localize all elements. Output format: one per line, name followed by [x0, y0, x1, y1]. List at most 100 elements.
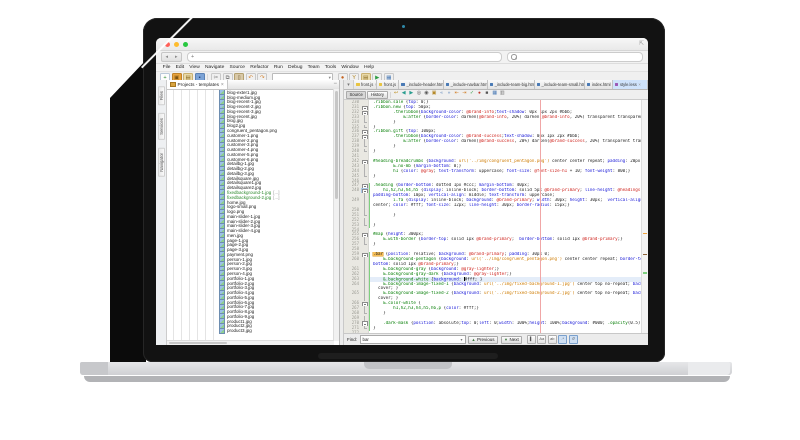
last-edit-icon[interactable]: ↩	[393, 91, 399, 97]
macro-stop-icon[interactable]: ■	[484, 91, 490, 97]
code-token: background-color	[421, 134, 461, 138]
menu-item-window[interactable]: Window	[339, 65, 362, 70]
editor-tab--include-header-html[interactable]: _include-header.html×	[399, 80, 443, 89]
tab-projects[interactable]: Projects - templates ×	[167, 80, 228, 89]
tab-label: front.js	[384, 82, 396, 87]
code-token: @gray	[421, 169, 434, 173]
code-token: ;}	[507, 272, 512, 276]
code-editor[interactable]: 230.ribbon.sale {top: 0;}231.ribbon.new …	[344, 100, 648, 333]
error-stripe[interactable]	[641, 100, 648, 333]
find-next-icon[interactable]: ◉	[423, 91, 429, 97]
nav-arrows[interactable]: ◂▸	[161, 52, 182, 62]
highlight-results-toggle[interactable]: ▌	[527, 335, 536, 344]
regex-toggle[interactable]: .*	[558, 335, 567, 344]
find-previous-button[interactable]: ▲ Previous	[468, 336, 498, 344]
code-line: 272	[344, 331, 648, 333]
line-number: 272	[344, 331, 361, 333]
code-token: background	[454, 291, 479, 295]
code-token: : 30px;	[585, 198, 608, 202]
fold-end-corner	[364, 125, 365, 128]
menu-item-navigate[interactable]: Navigate	[202, 65, 227, 70]
fold-end-corner	[364, 120, 365, 123]
code-token: center top no-repeat;	[575, 291, 633, 295]
comment-icon[interactable]: ✓	[469, 91, 475, 97]
code-token: : 50px;	[413, 105, 431, 109]
stripe-mark-occurrence[interactable]	[643, 233, 647, 235]
find-bar: Find: bar ▾ ▲ Previous ▼ Next ▌Aaab.*↺	[344, 333, 648, 345]
wrap-search-toggle[interactable]: ↺	[569, 335, 578, 344]
search-field[interactable]	[507, 52, 643, 62]
address-bar[interactable]: +	[187, 52, 502, 62]
tree-item-file[interactable]: product3.jpg	[167, 328, 339, 333]
menu-item-team[interactable]: Team	[305, 65, 322, 70]
code-token: @brand-info	[542, 115, 570, 119]
shift-right-icon[interactable]: ⇥	[461, 91, 467, 97]
find-next-button[interactable]: ▼ Next	[501, 336, 523, 344]
find-input[interactable]: bar ▾	[360, 335, 466, 344]
whole-words-toggle[interactable]: ab	[548, 335, 557, 344]
close-icon[interactable]: ×	[221, 82, 224, 88]
editor-tab-index-html[interactable]: index.html×	[585, 80, 613, 89]
back-icon[interactable]: ◀	[400, 91, 406, 97]
menu-item-refactor[interactable]: Refactor	[248, 65, 272, 70]
code-token: border-bottom	[398, 183, 431, 187]
code-token: background	[428, 159, 453, 163]
code-token: : darken(	[456, 139, 479, 143]
vertical-tab-navigator[interactable]: Navigator	[158, 148, 165, 177]
find-selection-icon[interactable]: ◎	[416, 91, 422, 97]
code-token: : 0px 1px 2px #bbb;	[524, 110, 572, 114]
menu-item-tools[interactable]: Tools	[322, 65, 339, 70]
forward-icon[interactable]: ▸	[175, 54, 178, 61]
editor-pane: ▾front.js×front.js×_include-header.html×…	[344, 80, 648, 345]
menu-item-edit[interactable]: Edit	[173, 65, 187, 70]
stripe-mark-caret[interactable]	[643, 254, 647, 256]
history-view-button[interactable]: History	[367, 91, 387, 99]
close-icon[interactable]: ×	[638, 82, 641, 87]
macro-start-icon[interactable]: ●	[476, 91, 482, 97]
scrollbar-thumb[interactable]	[169, 342, 227, 345]
tree-horizontal-scrollbar[interactable]	[167, 340, 334, 345]
editor-tab-style-less[interactable]: style.less×	[613, 80, 648, 89]
fold-end-corner	[364, 311, 365, 314]
shift-left-icon[interactable]: ⇤	[454, 91, 460, 97]
vertical-tab-files[interactable]: Files	[158, 86, 165, 105]
vertical-tab-services[interactable]: Services	[158, 113, 165, 140]
menu-item-source[interactable]: Source	[227, 65, 248, 70]
minimize-panel-icon[interactable]: −	[333, 81, 337, 88]
code-token: : 15px;}	[550, 203, 570, 207]
zoom-window-button[interactable]	[183, 42, 188, 47]
menu-item-help[interactable]: Help	[361, 65, 376, 70]
insert-icon[interactable]: ▦	[491, 91, 497, 97]
back-icon[interactable]: ◂	[165, 54, 168, 61]
code-token: font-size	[426, 203, 449, 207]
source-view-button[interactable]: Source	[346, 91, 366, 99]
code-token: : middle;	[464, 193, 489, 197]
projects-tab-label: Projects - templates	[178, 82, 219, 87]
tab-label: _include-navbar.html	[451, 82, 488, 87]
fullscreen-icon[interactable]: ⇱	[639, 41, 644, 47]
laptop-base-bottom	[84, 376, 730, 382]
editor-tab--include-team-small-html[interactable]: _include-team-small.html×	[535, 80, 585, 89]
forward-icon[interactable]: ▶	[408, 91, 414, 97]
menu-item-view[interactable]: View	[187, 65, 203, 70]
new-tab-icon[interactable]: +	[191, 54, 194, 60]
previous-bookmark-icon[interactable]: «	[438, 91, 444, 97]
editor-tab--include-team-big-html[interactable]: _include-team-big.html×	[488, 80, 535, 89]
menu-item-debug[interactable]: Debug	[285, 65, 305, 70]
uml-icon[interactable]: ▥	[499, 91, 505, 97]
code-token: margin-bottom	[416, 164, 449, 168]
next-bookmark-icon[interactable]: »	[446, 91, 452, 97]
tab-list-icon[interactable]: ▾	[344, 80, 354, 89]
menu-item-run[interactable]: Run	[271, 65, 285, 70]
toggle-highlight-icon[interactable]: ▣	[431, 91, 437, 97]
match-case-toggle[interactable]: Aa	[537, 335, 546, 344]
code-token: }	[373, 311, 386, 315]
menu-item-file[interactable]: File	[160, 65, 173, 70]
stripe-mark-change[interactable]	[643, 272, 647, 274]
chevron-down-icon[interactable]: ▾	[461, 337, 463, 342]
minimize-window-button[interactable]	[174, 42, 179, 47]
code-token: @brand-primary	[544, 188, 579, 192]
editor-tab-front-js[interactable]: front.js×	[377, 80, 400, 89]
editor-tab--include-navbar-html[interactable]: _include-navbar.html×	[444, 80, 488, 89]
editor-tab-front-js[interactable]: front.js×	[354, 80, 377, 89]
